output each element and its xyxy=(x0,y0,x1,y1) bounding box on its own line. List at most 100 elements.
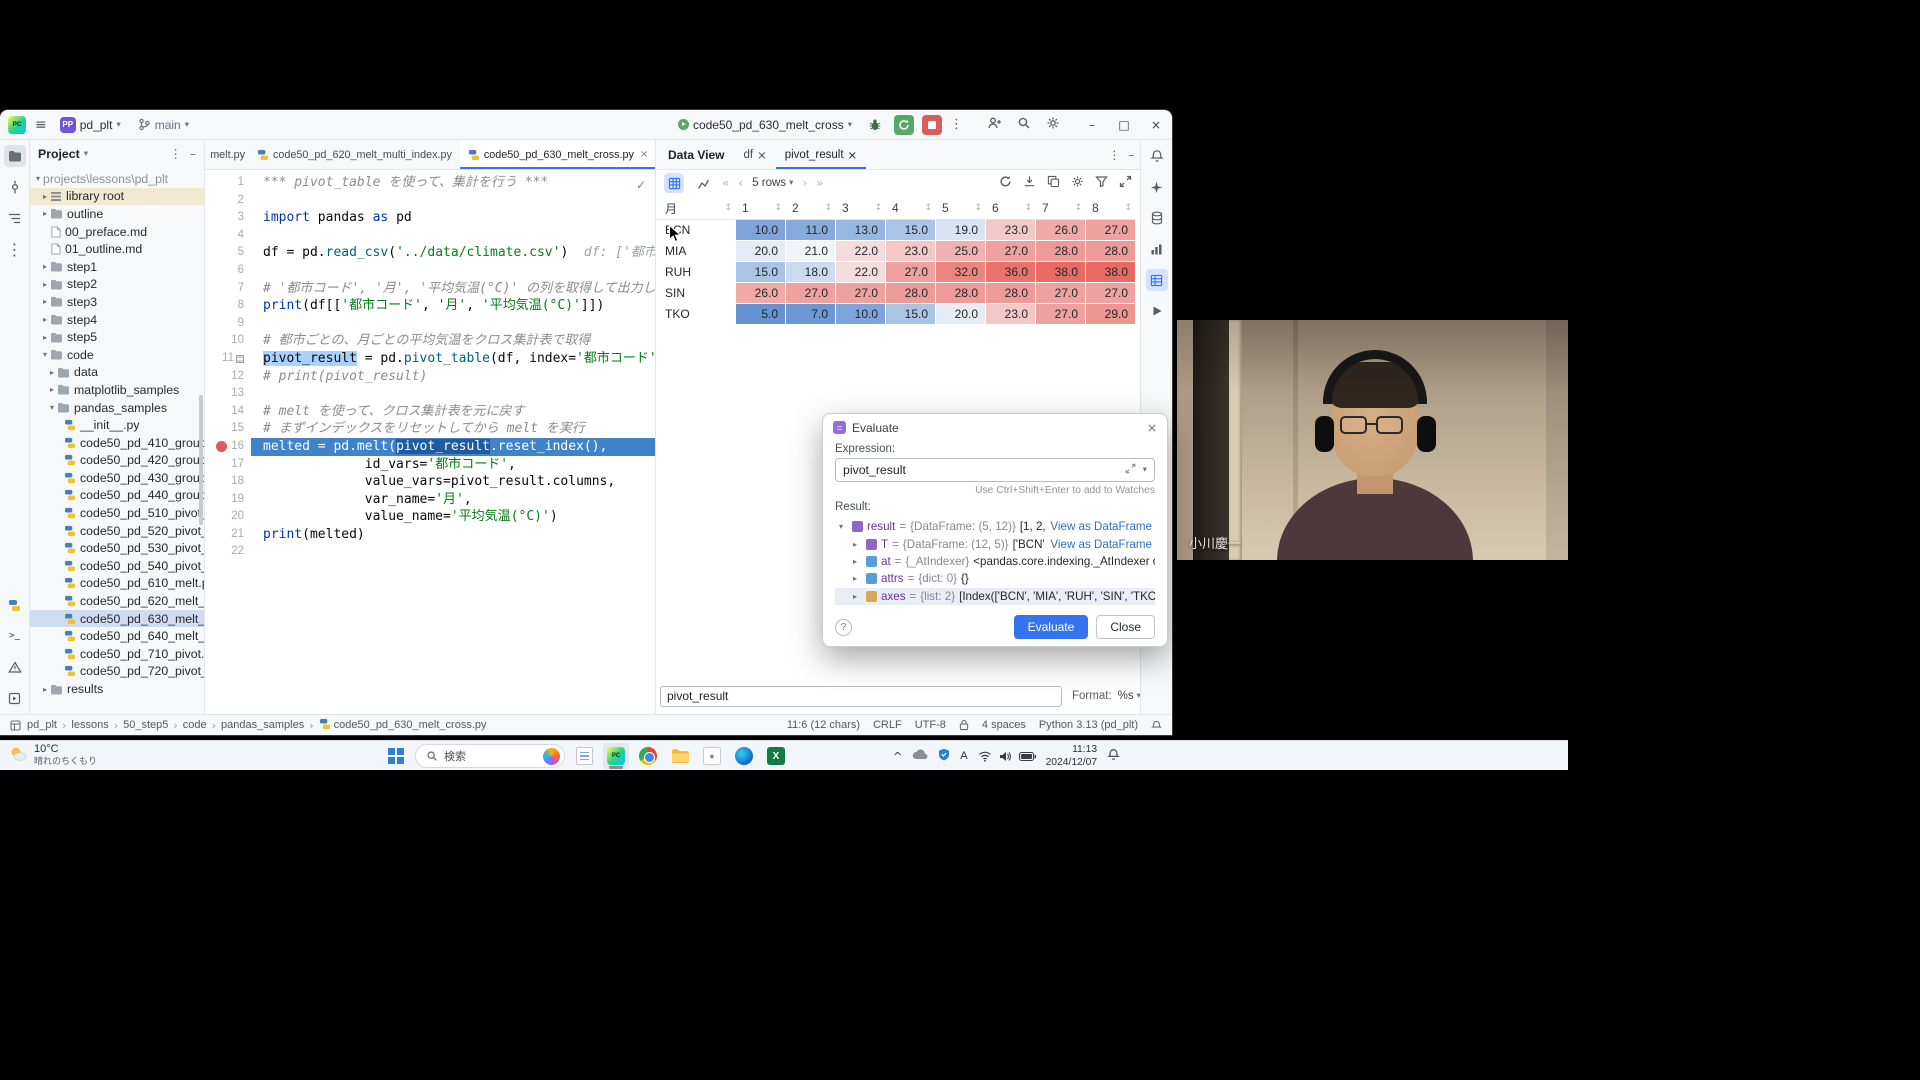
project-tree-item[interactable]: ▸data xyxy=(30,364,204,382)
code-line[interactable]: 18 value_vars=pivot_result.columns, xyxy=(205,473,655,491)
maximize-button[interactable]: □ xyxy=(1108,110,1140,139)
panel-title[interactable]: Data View xyxy=(656,140,734,169)
editor-gutter[interactable]: 14 xyxy=(205,403,251,421)
editor-gutter[interactable]: 17 xyxy=(205,456,251,474)
taskbar-edge[interactable] xyxy=(731,743,757,769)
table-cell[interactable]: 21.0 xyxy=(786,241,836,262)
sort-icon[interactable]: ↕ xyxy=(924,203,932,213)
evaluate-result-row[interactable]: ▸T = {DataFrame: (12, 5)}['BCN', 'MIA', … xyxy=(835,535,1155,552)
table-cell[interactable]: 15.0 xyxy=(886,304,936,325)
taskbar-chrome[interactable] xyxy=(635,743,661,769)
editor-gutter[interactable]: 5 xyxy=(205,244,251,262)
project-tree-item[interactable]: code50_pd_420_groupby_multi.py xyxy=(30,452,204,470)
code-line[interactable]: 14# melt を使って、クロス集計表を元に戻す xyxy=(205,403,655,421)
debug-icon[interactable] xyxy=(864,114,886,136)
inspections-ok-icon[interactable]: ✓ xyxy=(636,177,646,195)
evaluate-expression-input[interactable]: pivot_result ▾ xyxy=(835,458,1155,482)
readonly-lock-icon[interactable] xyxy=(959,719,969,731)
table-cell[interactable]: 20.0 xyxy=(736,241,786,262)
editor-gutter[interactable]: 8 xyxy=(205,297,251,315)
close-tab-icon[interactable]: × xyxy=(848,148,858,162)
table-cell[interactable]: 13.0 xyxy=(836,220,886,241)
taskbar-excel[interactable]: X xyxy=(763,743,789,769)
taskbar-clock[interactable]: 11:13 2024/12/07 xyxy=(1046,743,1098,770)
caret-position[interactable]: 11:6 (12 chars) xyxy=(787,719,860,731)
project-tree-item[interactable]: code50_pd_630_melt_cross.py xyxy=(30,610,204,628)
tab-df[interactable]: df × xyxy=(734,140,775,169)
table-cell[interactable]: 5.0 xyxy=(736,304,786,325)
project-tree-item[interactable]: code50_pd_520_pivot_table_multi_ xyxy=(30,522,204,540)
settings-gear-icon[interactable] xyxy=(1046,116,1060,133)
table-cell[interactable]: 15.0 xyxy=(886,220,936,241)
editor-gutter[interactable]: 11 xyxy=(205,350,251,368)
breadcrumb-item[interactable]: lessons xyxy=(71,719,108,731)
chevron-right-icon[interactable]: ▸ xyxy=(853,540,862,549)
editor-gutter[interactable]: 4 xyxy=(205,227,251,245)
editor-gutter[interactable]: 15 xyxy=(205,420,251,438)
code-line[interactable]: 15# まずインデックスをリセットしてから melt を実行 xyxy=(205,420,655,438)
table-cell[interactable]: 18.0 xyxy=(786,262,836,283)
terminal-icon[interactable]: >_ xyxy=(4,625,26,647)
expression-input[interactable]: pivot_result xyxy=(660,686,1062,707)
project-tree-item[interactable]: code50_pd_720_pivot_redundant.py xyxy=(30,663,204,681)
editor-gutter[interactable]: 6 xyxy=(205,262,251,280)
table-corner-cell[interactable]: 月↕ xyxy=(656,197,736,220)
code-line[interactable]: 9 xyxy=(205,315,655,333)
sort-icon[interactable]: ↕ xyxy=(974,203,982,213)
project-tree-item[interactable]: ▾projects\lessons\pd_plt xyxy=(30,170,204,188)
table-cell[interactable]: 26.0 xyxy=(736,283,786,304)
sort-icon[interactable]: ↕ xyxy=(824,203,832,213)
tab-pivot-result[interactable]: pivot_result × xyxy=(776,140,866,169)
project-tree-item[interactable]: ▸step1 xyxy=(30,258,204,276)
problems-icon[interactable] xyxy=(4,656,26,678)
run-tool-icon[interactable] xyxy=(1146,300,1168,322)
project-tree-item[interactable]: code50_pd_540_pivot_table_cross_mu xyxy=(30,557,204,575)
code-line[interactable]: 17 id_vars='都市コード', xyxy=(205,456,655,474)
table-cell[interactable]: 22.0 xyxy=(836,241,886,262)
chevron-right-icon[interactable]: ▸ xyxy=(853,557,862,566)
filter-funnel-icon[interactable] xyxy=(1095,175,1108,191)
table-cell[interactable]: 26.0 xyxy=(1036,220,1086,241)
code-line[interactable]: 6 xyxy=(205,262,655,280)
taskbar-notepad[interactable] xyxy=(571,743,597,769)
table-cell[interactable]: 23.0 xyxy=(986,220,1036,241)
notifications-bell-icon[interactable] xyxy=(1146,145,1168,167)
breadcrumb-item[interactable]: code50_pd_630_melt_cross.py xyxy=(319,718,487,733)
sort-icon[interactable]: ↕ xyxy=(1074,203,1082,213)
bookmark-icon[interactable] xyxy=(236,355,244,363)
code-line[interactable]: 5df = pd.read_csv('../data/climate.csv')… xyxy=(205,244,655,262)
expand-editor-icon[interactable] xyxy=(1125,463,1136,477)
project-tree-item[interactable]: ▸step5 xyxy=(30,328,204,346)
line-separator[interactable]: CRLF xyxy=(873,719,902,731)
table-cell[interactable]: 23.0 xyxy=(986,304,1036,325)
table-cell[interactable]: 27.0 xyxy=(1036,304,1086,325)
table-cell[interactable]: 25.0 xyxy=(936,241,986,262)
next-page-icon[interactable]: › xyxy=(802,176,807,190)
breadcrumb-item[interactable]: pandas_samples xyxy=(221,719,304,731)
python-packages-icon[interactable] xyxy=(4,594,26,616)
status-notifications-icon[interactable] xyxy=(1151,720,1162,731)
project-tree-item[interactable]: ▸library root xyxy=(30,188,204,206)
code-editor[interactable]: 1*** pivot_table を使って、集計を行う ***23import … xyxy=(205,170,655,714)
table-cell[interactable]: 20.0 xyxy=(936,304,986,325)
format-select[interactable]: %s ▾ xyxy=(1118,690,1141,702)
hidden-icons-button[interactable]: ^ xyxy=(893,750,902,763)
table-cell[interactable]: 28.0 xyxy=(1036,241,1086,262)
project-tool-icon[interactable] xyxy=(4,145,26,167)
sort-icon[interactable]: ↕ xyxy=(724,203,732,213)
more-tool-windows-icon[interactable]: ⋮ xyxy=(4,238,26,260)
table-cell[interactable]: 19.0 xyxy=(936,220,986,241)
sort-icon[interactable]: ↕ xyxy=(774,203,782,213)
project-tree-item[interactable]: code50_pd_410_groupby.py xyxy=(30,434,204,452)
close-dialog-icon[interactable]: × xyxy=(1147,421,1157,435)
evaluate-result-row[interactable]: ▸axes = {list: 2}[Index(['BCN', 'MIA', '… xyxy=(835,588,1155,605)
vcs-branch-widget[interactable]: main ▾ xyxy=(134,116,193,134)
table-cell[interactable]: 28.0 xyxy=(886,283,936,304)
editor-gutter[interactable]: 16 xyxy=(205,438,251,456)
tab-melt-py[interactable]: melt.py xyxy=(205,140,249,169)
chart-view-icon[interactable] xyxy=(693,173,713,193)
editor-gutter[interactable]: 2 xyxy=(205,192,251,210)
project-tree-item[interactable]: ▸results xyxy=(30,680,204,698)
project-tree-item[interactable]: code50_pd_430_groupby_multi_index xyxy=(30,469,204,487)
taskbar-file-explorer[interactable] xyxy=(667,743,693,769)
